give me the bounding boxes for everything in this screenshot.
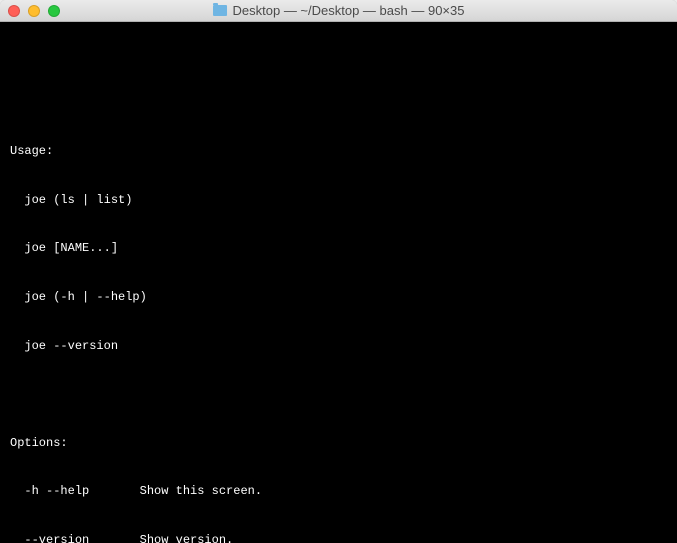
usage-line: joe --version xyxy=(10,338,667,354)
folder-icon xyxy=(213,5,227,16)
options-header: Options: xyxy=(10,435,667,451)
close-icon[interactable] xyxy=(8,5,20,17)
window-title: Desktop — ~/Desktop — bash — 90×35 xyxy=(233,3,465,18)
option-line: -h --help Show this screen. xyxy=(10,483,667,499)
usage-line: joe (ls | list) xyxy=(10,192,667,208)
terminal-window: Desktop — ~/Desktop — bash — 90×35 Usage… xyxy=(0,0,677,543)
usage-line: joe (-h | --help) xyxy=(10,289,667,305)
titlebar[interactable]: Desktop — ~/Desktop — bash — 90×35 xyxy=(0,0,677,22)
usage-line: joe [NAME...] xyxy=(10,240,667,256)
minimize-icon[interactable] xyxy=(28,5,40,17)
option-line: --version Show version. xyxy=(10,532,667,543)
traffic-lights xyxy=(8,5,60,17)
terminal-content[interactable]: Usage: joe (ls | list) joe [NAME...] joe… xyxy=(0,22,677,543)
usage-block: Usage: joe (ls | list) joe [NAME...] joe… xyxy=(10,111,667,543)
usage-header: Usage: xyxy=(10,143,667,159)
window-title-area: Desktop — ~/Desktop — bash — 90×35 xyxy=(213,3,465,18)
maximize-icon[interactable] xyxy=(48,5,60,17)
